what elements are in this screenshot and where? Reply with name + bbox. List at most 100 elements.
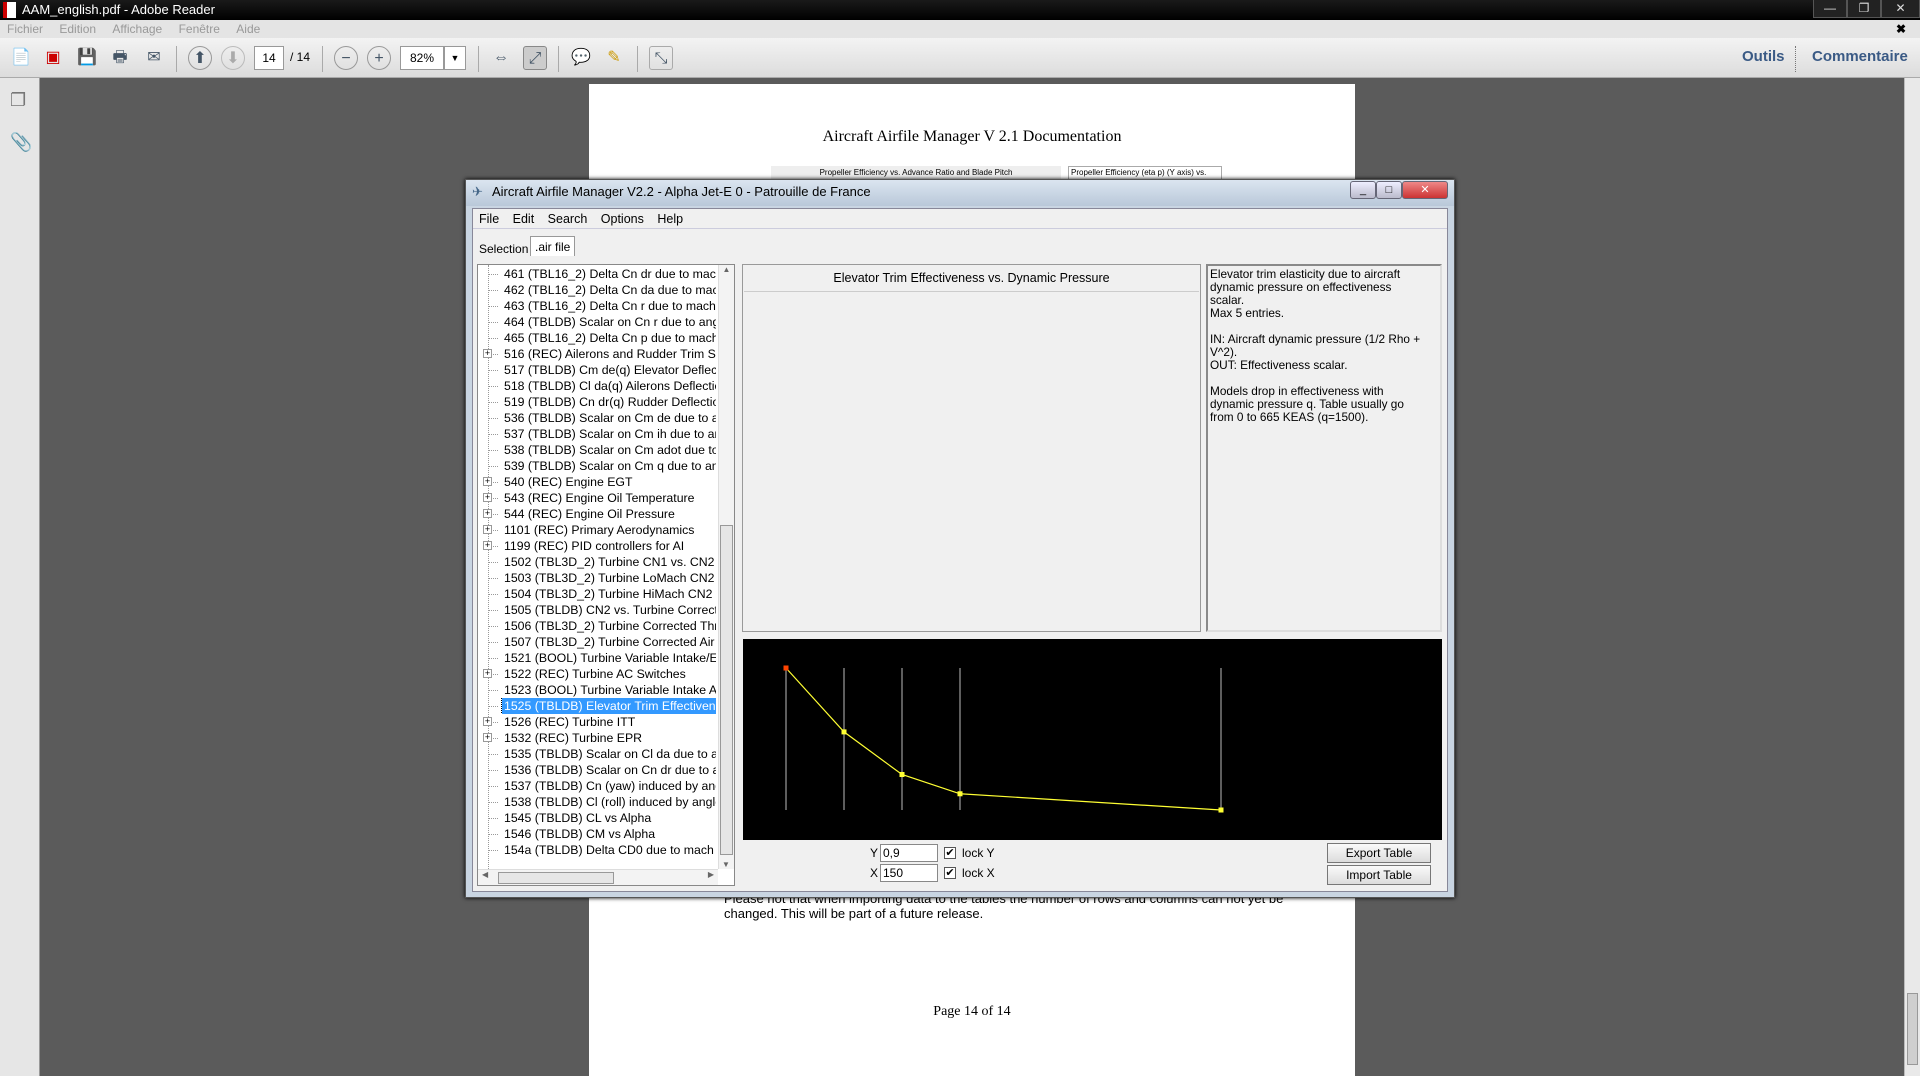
- tree-horizontal-scrollbar[interactable]: ◀ ▶: [478, 869, 718, 885]
- tree-item[interactable]: 518 (TBLDB) Cl da(q) Ailerons Deflection…: [478, 378, 716, 394]
- tab-selection[interactable]: Selection: [475, 239, 532, 259]
- expand-plus-icon[interactable]: +: [483, 493, 492, 502]
- tree-hscroll-thumb[interactable]: [498, 872, 614, 884]
- expand-plus-icon[interactable]: +: [483, 509, 492, 518]
- scroll-left-icon[interactable]: ◀: [482, 870, 488, 879]
- expand-plus-icon[interactable]: +: [483, 349, 492, 358]
- tree-vertical-scrollbar[interactable]: ▲ ▼: [718, 265, 734, 869]
- close-button[interactable]: ✕: [1881, 0, 1920, 18]
- tree-item[interactable]: 536 (TBLDB) Scalar on Cm de due to angle…: [478, 410, 716, 426]
- menu-file[interactable]: File: [479, 212, 499, 226]
- scroll-down-icon[interactable]: ▼: [719, 860, 733, 869]
- tree-item[interactable]: 1502 (TBL3D_2) Turbine CN1 vs. CN2 and M: [478, 554, 716, 570]
- tree-item[interactable]: 461 (TBL16_2) Delta Cn dr due to mach: [478, 266, 716, 282]
- tree-item[interactable]: +540 (REC) Engine EGT: [478, 474, 716, 490]
- tree-item[interactable]: 465 (TBL16_2) Delta Cn p due to mach: [478, 330, 716, 346]
- fit-page-icon[interactable]: ⤢: [523, 46, 547, 70]
- scroll-right-icon[interactable]: ▶: [708, 870, 714, 879]
- tree-item[interactable]: 519 (TBLDB) Cn dr(q) Rudder Deflection M…: [478, 394, 716, 410]
- tree-item[interactable]: 1525 (TBLDB) Elevator Trim Effectiveness…: [478, 698, 716, 714]
- tree-item[interactable]: +1522 (REC) Turbine AC Switches: [478, 666, 716, 682]
- lock-x-checkbox[interactable]: ✔: [944, 867, 956, 879]
- page-number-input[interactable]: 14: [254, 46, 284, 70]
- description-panel[interactable]: Elevator trim elasticity due to aircraft…: [1206, 264, 1442, 632]
- expand-plus-icon[interactable]: +: [483, 477, 492, 486]
- comment-button[interactable]: Commentaire: [1812, 48, 1908, 65]
- tree-item[interactable]: 1546 (TBLDB) CM vs Alpha: [478, 826, 716, 842]
- data-point-2[interactable]: [899, 772, 905, 777]
- menu-fichier[interactable]: Fichier: [7, 22, 43, 36]
- tree-item[interactable]: 1507 (TBL3D_2) Turbine Corrected Air Flo…: [478, 634, 716, 650]
- zoom-out-icon[interactable]: −: [334, 46, 358, 70]
- expand-plus-icon[interactable]: +: [483, 733, 492, 742]
- tree-item[interactable]: 1545 (TBLDB) CL vs Alpha: [478, 810, 716, 826]
- pages-icon[interactable]: ❐: [10, 90, 26, 111]
- tree-item[interactable]: 1537 (TBLDB) Cn (yaw) induced by angle o…: [478, 778, 716, 794]
- expand-icon[interactable]: ⤡: [649, 46, 673, 70]
- tree-item[interactable]: 517 (TBLDB) Cm de(q) Elevator Deflection…: [478, 362, 716, 378]
- attachments-icon[interactable]: 📎: [10, 132, 32, 153]
- tree-item[interactable]: +516 (REC) Ailerons and Rudder Trim Scal…: [478, 346, 716, 362]
- x-value-input[interactable]: 150: [880, 864, 938, 882]
- tree-item[interactable]: 1521 (BOOL) Turbine Variable Intake/Exha…: [478, 650, 716, 666]
- document-scrollbar[interactable]: [1904, 78, 1920, 1076]
- tree-item[interactable]: 1523 (BOOL) Turbine Variable Intake Area…: [478, 682, 716, 698]
- email-icon[interactable]: ✉: [142, 46, 166, 70]
- tree-item[interactable]: 1504 (TBL3D_2) Turbine HiMach CN2 vs. Th: [478, 586, 716, 602]
- tree-item[interactable]: 1503 (TBL3D_2) Turbine LoMach CN2 vs. Th: [478, 570, 716, 586]
- tree-item[interactable]: +543 (REC) Engine Oil Temperature: [478, 490, 716, 506]
- tree-item[interactable]: 464 (TBLDB) Scalar on Cn r due to angle …: [478, 314, 716, 330]
- tree-item[interactable]: 537 (TBLDB) Scalar on Cm ih due to angle…: [478, 426, 716, 442]
- expand-plus-icon[interactable]: +: [483, 525, 492, 534]
- tree-item[interactable]: 1538 (TBLDB) Cl (roll) induced by angle …: [478, 794, 716, 810]
- restore-button[interactable]: ❐: [1847, 0, 1881, 18]
- tree-scroll-thumb[interactable]: [720, 525, 733, 855]
- print-icon[interactable]: 🖶: [108, 46, 132, 70]
- create-pdf-icon[interactable]: 📄: [9, 46, 33, 70]
- highlight-text-icon[interactable]: ✎: [602, 46, 626, 70]
- menu-edition[interactable]: Edition: [59, 22, 96, 36]
- scrollbar-thumb[interactable]: [1907, 993, 1918, 1065]
- data-point-0[interactable]: [783, 665, 789, 671]
- y-value-input[interactable]: 0,9: [880, 844, 938, 862]
- zoom-in-icon[interactable]: +: [367, 46, 391, 70]
- tree-item[interactable]: +1526 (REC) Turbine ITT: [478, 714, 716, 730]
- comment-icon[interactable]: 💬: [569, 46, 593, 70]
- menu-help[interactable]: Help: [657, 212, 683, 226]
- data-point-4[interactable]: [1218, 807, 1224, 813]
- menu-edit[interactable]: Edit: [513, 212, 535, 226]
- tree-item[interactable]: 1506 (TBL3D_2) Turbine Corrected Thrust …: [478, 618, 716, 634]
- fit-width-icon[interactable]: ⇔: [489, 46, 513, 70]
- scroll-up-icon[interactable]: ▲: [719, 265, 734, 274]
- airfile-tree[interactable]: 461 (TBL16_2) Delta Cn dr due to mach 462…: [477, 264, 735, 886]
- tab-air-file[interactable]: .air file: [530, 236, 576, 256]
- table-chart[interactable]: [743, 639, 1442, 840]
- menu-search[interactable]: Search: [548, 212, 588, 226]
- tree-item[interactable]: 539 (TBLDB) Scalar on Cm q due to angle …: [478, 458, 716, 474]
- tree-item[interactable]: +544 (REC) Engine Oil Pressure: [478, 506, 716, 522]
- tree-item[interactable]: +1532 (REC) Turbine EPR: [478, 730, 716, 746]
- save-icon[interactable]: 💾: [75, 46, 99, 70]
- app-maximize-button[interactable]: □: [1376, 181, 1402, 199]
- combine-files-icon[interactable]: ▣: [41, 46, 65, 70]
- tree-item[interactable]: +1101 (REC) Primary Aerodynamics: [478, 522, 716, 538]
- tree-item[interactable]: 154a (TBLDB) Delta CD0 due to mach: [478, 842, 716, 858]
- tree-item[interactable]: 462 (TBL16_2) Delta Cn da due to mach: [478, 282, 716, 298]
- zoom-dropdown-chevron-icon[interactable]: ▼: [444, 46, 466, 70]
- app-close-button[interactable]: ✕: [1402, 181, 1448, 199]
- zoom-level-input[interactable]: 82%: [400, 46, 444, 70]
- tree-item[interactable]: 463 (TBL16_2) Delta Cn r due to mach: [478, 298, 716, 314]
- tree-item[interactable]: 1535 (TBLDB) Scalar on Cl da due to angl…: [478, 746, 716, 762]
- lock-y-checkbox[interactable]: ✔: [944, 847, 956, 859]
- tree-item[interactable]: 538 (TBLDB) Scalar on Cm adot due to ang…: [478, 442, 716, 458]
- expand-plus-icon[interactable]: +: [483, 669, 492, 678]
- app-minimize-button[interactable]: _: [1350, 181, 1376, 199]
- import-table-button[interactable]: Import Table: [1327, 865, 1431, 885]
- expand-plus-icon[interactable]: +: [483, 541, 492, 550]
- tools-button[interactable]: Outils: [1742, 48, 1785, 65]
- previous-page-icon[interactable]: ⬆: [188, 46, 212, 70]
- next-page-icon[interactable]: ⬇: [221, 46, 245, 70]
- data-point-3[interactable]: [957, 791, 963, 797]
- minimize-button[interactable]: —: [1813, 0, 1847, 18]
- menu-affichage[interactable]: Affichage: [112, 22, 162, 36]
